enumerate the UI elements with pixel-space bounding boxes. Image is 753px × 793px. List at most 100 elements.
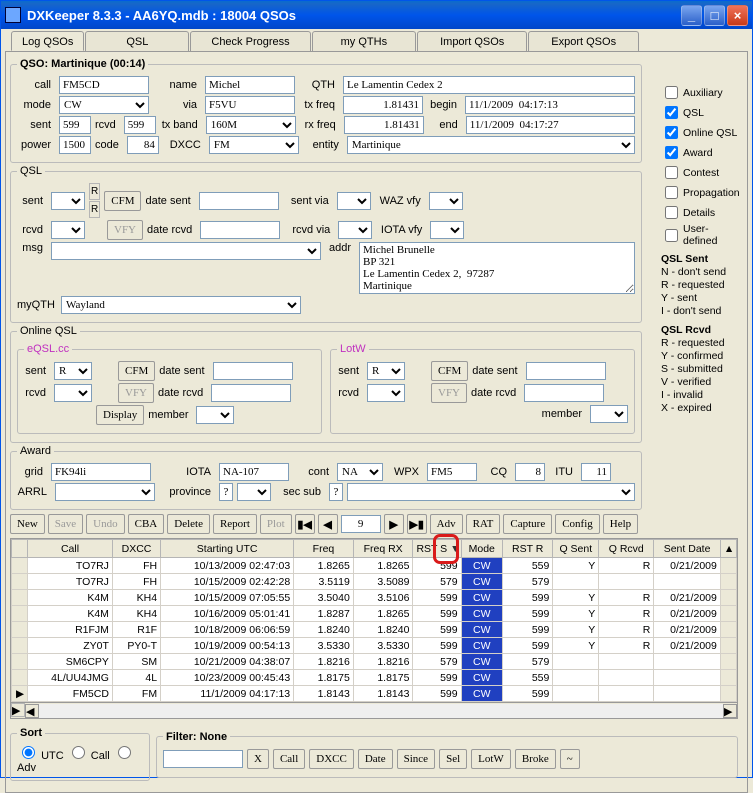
filter-since-button[interactable]: Since	[397, 749, 435, 769]
eqsl-date-sent[interactable]	[213, 362, 293, 380]
secsub-field[interactable]	[329, 483, 343, 501]
table-row[interactable]: 4L/UU4JMG4L10/23/2009 00:45:431.81751.81…	[12, 670, 737, 686]
config-button[interactable]: Config	[555, 514, 600, 534]
col-rst r[interactable]: RST R	[502, 540, 552, 558]
filter-dxcc-button[interactable]: DXCC	[309, 749, 354, 769]
lotw-date-rcvd[interactable]	[524, 384, 604, 402]
name-field[interactable]	[205, 76, 295, 94]
eqsl-member-select[interactable]	[196, 406, 234, 424]
call-field[interactable]	[59, 76, 149, 94]
tab-export-qsos[interactable]: Export QSOs	[528, 31, 639, 51]
rcvd-via-select[interactable]	[338, 221, 372, 239]
sent-field[interactable]	[59, 116, 91, 134]
begin-field[interactable]	[465, 96, 635, 114]
cba-button[interactable]: CBA	[128, 514, 165, 534]
nav-prev[interactable]: ◀	[318, 514, 338, 534]
delete-button[interactable]: Delete	[167, 514, 210, 534]
qsl-rcvd-select[interactable]	[51, 221, 85, 239]
col-freq[interactable]: Freq	[294, 540, 354, 558]
tab-check-progress[interactable]: Check Progress	[190, 31, 310, 51]
cfm-button[interactable]: CFM	[104, 191, 141, 211]
nav-next[interactable]: ▶	[384, 514, 404, 534]
row-selector[interactable]: ▶	[11, 703, 25, 717]
itu-field[interactable]	[581, 463, 611, 481]
filter-tilde-button[interactable]: ~	[560, 749, 580, 769]
entity-select[interactable]: Martinique	[347, 136, 635, 154]
table-row[interactable]: SM6CPYSM10/21/2009 04:38:071.82161.82165…	[12, 654, 737, 670]
col-starting utc[interactable]: Starting UTC	[161, 540, 294, 558]
chk-details[interactable]: Details	[661, 203, 741, 222]
filter-call-button[interactable]: Call	[273, 749, 305, 769]
col-freq rx[interactable]: Freq RX	[353, 540, 413, 558]
cq-field[interactable]	[515, 463, 545, 481]
eqsl-rcvd-select[interactable]	[54, 384, 92, 402]
date-rcvd-field[interactable]	[200, 221, 280, 239]
tab-qsl[interactable]: QSL	[85, 31, 189, 51]
addr-field[interactable]: Michel Brunelle BP 321 Le Lamentin Cedex…	[359, 242, 635, 294]
nav-last[interactable]: ▶▮	[407, 514, 427, 534]
sent-via-select[interactable]	[337, 192, 371, 210]
chk-user-defined[interactable]: User-defined	[661, 223, 741, 247]
save-button[interactable]: Save	[48, 514, 83, 534]
lotw-member-select[interactable]	[590, 405, 628, 423]
txband-select[interactable]: 160M	[206, 116, 296, 134]
grid-field[interactable]	[51, 463, 151, 481]
new-button[interactable]: New	[10, 514, 45, 534]
qth-field[interactable]	[343, 76, 635, 94]
col-call[interactable]: Call	[28, 540, 113, 558]
table-row[interactable]: R1FJMR1F10/18/2009 06:06:591.82401.82405…	[12, 622, 737, 638]
filter-lotw-button[interactable]: LotW	[471, 749, 511, 769]
lotw-rcvd-select[interactable]	[367, 384, 405, 402]
col-sent date[interactable]: Sent Date	[654, 540, 721, 558]
msg-select[interactable]	[51, 242, 321, 260]
mode-select[interactable]: CW	[59, 96, 149, 114]
table-row[interactable]: TO7RJFH10/13/2009 02:47:031.82651.826559…	[12, 558, 737, 574]
r-button-1[interactable]: R	[89, 183, 100, 200]
iota-field[interactable]	[219, 463, 289, 481]
col-rst s[interactable]: RST S ▼	[413, 540, 461, 558]
col-dxcc[interactable]: DXCC	[112, 540, 160, 558]
adv-button[interactable]: Adv	[430, 514, 463, 534]
filter-sel-button[interactable]: Sel	[439, 749, 467, 769]
capture-button[interactable]: Capture	[503, 514, 552, 534]
hscroll-right[interactable]: ▶	[723, 704, 737, 718]
chk-award[interactable]: Award	[661, 143, 741, 162]
undo-button[interactable]: Undo	[86, 514, 124, 534]
close-button[interactable]: ×	[727, 5, 748, 26]
tab-import-qsos[interactable]: Import QSOs	[417, 31, 527, 51]
eqsl-date-rcvd[interactable]	[211, 384, 291, 402]
iota-vfy-select[interactable]	[430, 221, 464, 239]
vscroll-up[interactable]: ▲	[720, 540, 736, 558]
chk-qsl[interactable]: QSL	[661, 103, 741, 122]
filter-date-button[interactable]: Date	[358, 749, 393, 769]
secsub-select[interactable]	[347, 483, 635, 501]
col-q sent[interactable]: Q Sent	[553, 540, 599, 558]
qsl-sent-select[interactable]	[51, 192, 85, 210]
power-field[interactable]	[59, 136, 91, 154]
date-sent-field[interactable]	[199, 192, 279, 210]
filter-x-button[interactable]: X	[247, 749, 269, 769]
col-q rcvd[interactable]: Q Rcvd	[599, 540, 654, 558]
lotw-cfm-button[interactable]: CFM	[431, 361, 468, 381]
code-field[interactable]	[127, 136, 159, 154]
rxfreq-field[interactable]	[344, 116, 424, 134]
rcvd-field[interactable]	[124, 116, 156, 134]
dxcc-select[interactable]: FM	[209, 136, 299, 154]
via-field[interactable]	[205, 96, 295, 114]
end-field[interactable]	[466, 116, 635, 134]
wpx-field[interactable]	[427, 463, 477, 481]
report-button[interactable]: Report	[213, 514, 257, 534]
r-button-2[interactable]: R	[89, 201, 100, 218]
chk-online-qsl[interactable]: Online QSL	[661, 123, 741, 142]
eqsl-cfm-button[interactable]: CFM	[118, 361, 155, 381]
table-row[interactable]: TO7RJFH10/15/2009 02:42:283.51193.508957…	[12, 574, 737, 590]
table-row[interactable]: K4MKH410/15/2009 07:05:553.50403.5106599…	[12, 590, 737, 606]
lotw-vfy-button[interactable]: VFY	[431, 383, 467, 403]
cont-select[interactable]: NA	[337, 463, 383, 481]
hscrollbar[interactable]	[39, 704, 723, 718]
record-field[interactable]	[341, 515, 381, 533]
lotw-sent-select[interactable]: R	[367, 362, 405, 380]
rat-button[interactable]: RAT	[466, 514, 501, 534]
eqsl-display-button[interactable]: Display	[96, 405, 144, 425]
col-mode[interactable]: Mode	[461, 540, 502, 558]
